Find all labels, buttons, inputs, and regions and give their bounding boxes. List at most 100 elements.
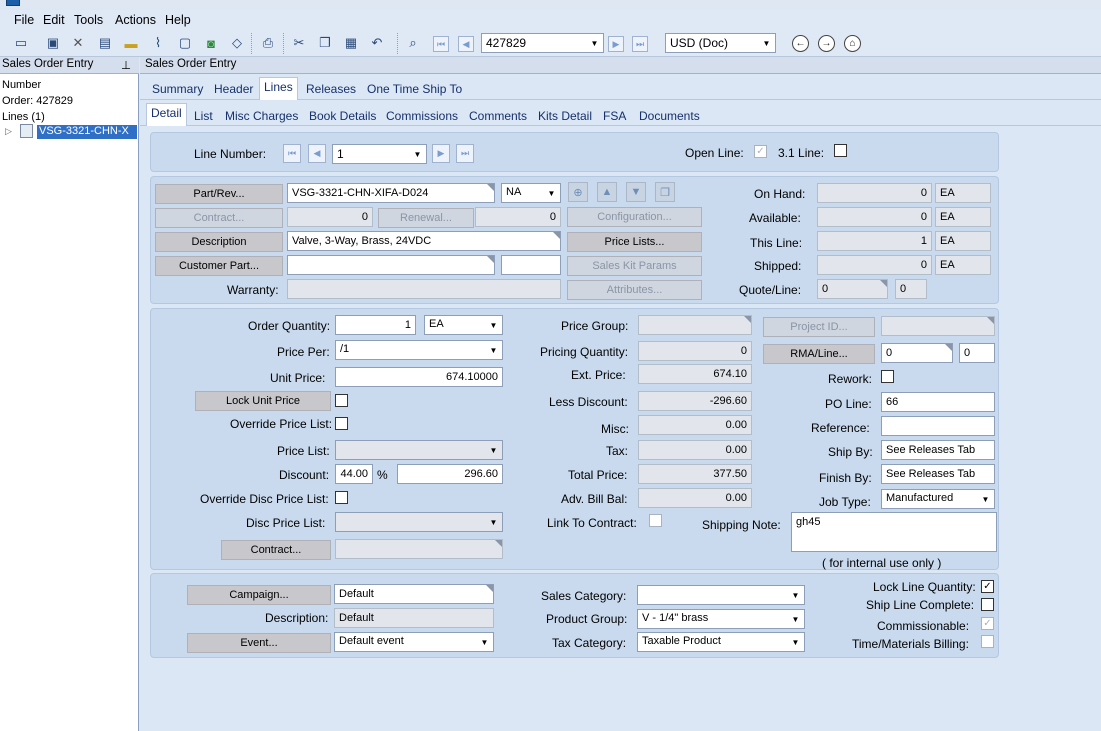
price-per-select[interactable]: /1 ▼ bbox=[335, 340, 503, 360]
image-down-icon[interactable]: ▼ bbox=[626, 182, 646, 202]
copy-clip-icon[interactable]: ❐ bbox=[316, 34, 334, 52]
forward-icon[interactable]: → bbox=[818, 35, 835, 52]
tab-list[interactable]: List bbox=[194, 109, 213, 123]
customer-part-button[interactable]: Customer Part... bbox=[155, 256, 283, 276]
customer-rev-field[interactable] bbox=[501, 255, 561, 275]
price-group-field[interactable] bbox=[638, 315, 752, 335]
tree-lines[interactable]: Lines (1) bbox=[2, 111, 45, 123]
tab-comments[interactable]: Comments bbox=[469, 109, 527, 123]
image-icon[interactable]: ▲ bbox=[597, 182, 617, 202]
contract-lookup-field[interactable] bbox=[335, 539, 503, 559]
folder-icon[interactable]: ▬ bbox=[122, 34, 140, 52]
description-field[interactable]: Valve, 3-Way, Brass, 24VDC bbox=[287, 231, 561, 251]
customer-part-field[interactable] bbox=[287, 255, 495, 275]
product-group-select[interactable]: V - 1/4" brass ▼ bbox=[637, 609, 805, 629]
renewal-button[interactable]: Renewal... bbox=[378, 208, 474, 228]
override-disc-checkbox[interactable] bbox=[335, 491, 348, 504]
find-icon[interactable]: ⌕ bbox=[404, 34, 422, 52]
last-record-icon[interactable]: ⏭ bbox=[632, 36, 648, 52]
part-number-field[interactable]: VSG-3321-CHN-XIFA-D024 bbox=[287, 183, 495, 203]
unit-price-field[interactable]: 674.10000 bbox=[335, 367, 503, 387]
new-icon[interactable]: ▭ bbox=[12, 34, 30, 52]
line-number-select[interactable]: 1 ▼ bbox=[332, 144, 427, 164]
menu-edit[interactable]: Edit bbox=[43, 13, 65, 27]
next-record-icon[interactable]: ▶ bbox=[608, 36, 624, 52]
contract-field[interactable]: 0 bbox=[287, 207, 373, 227]
next-line-icon[interactable]: ▶ bbox=[432, 144, 450, 163]
price-list-select[interactable]: ▼ bbox=[335, 440, 503, 460]
lock-unit-price-button[interactable]: Lock Unit Price bbox=[195, 391, 331, 411]
override-price-list-checkbox[interactable] bbox=[335, 417, 348, 430]
lock-unit-price-checkbox[interactable] bbox=[335, 394, 348, 407]
home-icon[interactable]: ⌂ bbox=[844, 35, 861, 52]
disc-price-list-select[interactable]: ▼ bbox=[335, 512, 503, 532]
attributes-button[interactable]: Attributes... bbox=[567, 280, 702, 300]
renewal-field[interactable]: 0 bbox=[475, 207, 561, 227]
first-line-icon[interactable]: ⏮ bbox=[283, 144, 301, 163]
project-id-button[interactable]: Project ID... bbox=[763, 317, 875, 337]
delete-icon[interactable]: ✕ bbox=[69, 34, 87, 52]
sales-category-select[interactable]: ▼ bbox=[637, 585, 805, 605]
reference-field[interactable] bbox=[881, 416, 995, 436]
campaign-button[interactable]: Campaign... bbox=[187, 585, 331, 605]
tree-order[interactable]: Order: 427829 bbox=[2, 95, 73, 107]
warranty-field[interactable] bbox=[287, 279, 561, 299]
tab-header[interactable]: Header bbox=[214, 82, 253, 96]
time-materials-billing-checkbox[interactable] bbox=[981, 635, 994, 648]
commissionable-checkbox[interactable]: ✓ bbox=[981, 617, 994, 630]
tree-line-item[interactable]: VSG-3321-CHN-X bbox=[37, 125, 137, 139]
discount-amount-field[interactable]: 296.60 bbox=[397, 464, 503, 484]
lock-line-quantity-checkbox[interactable]: ✓ bbox=[981, 580, 994, 593]
ship-line-complete-checkbox[interactable] bbox=[981, 598, 994, 611]
tab-kits-detail[interactable]: Kits Detail bbox=[538, 109, 592, 123]
menu-actions[interactable]: Actions bbox=[115, 13, 156, 27]
prev-line-icon[interactable]: ◀ bbox=[308, 144, 326, 163]
order-quantity-field[interactable]: 1 bbox=[335, 315, 416, 335]
order-number-select[interactable]: 427829 ▼ bbox=[481, 33, 604, 53]
back-icon[interactable]: ← bbox=[792, 35, 809, 52]
tab-summary[interactable]: Summary bbox=[152, 82, 203, 96]
tab-one-time-ship-to[interactable]: One Time Ship To bbox=[367, 82, 462, 96]
tax-category-select[interactable]: Taxable Product ▼ bbox=[637, 632, 805, 652]
paste-icon[interactable]: ▦ bbox=[342, 34, 360, 52]
link-to-contract-checkbox[interactable] bbox=[649, 514, 662, 527]
first-record-icon[interactable]: ⏮ bbox=[433, 36, 449, 52]
part-search-icon[interactable]: ⊕ bbox=[568, 182, 588, 202]
v31-line-checkbox[interactable] bbox=[834, 144, 847, 157]
tab-book-details[interactable]: Book Details bbox=[309, 109, 376, 123]
event-select[interactable]: Default event ▼ bbox=[334, 632, 494, 652]
prev-record-icon[interactable]: ◀ bbox=[458, 36, 474, 52]
campaign-field[interactable]: Default bbox=[334, 584, 494, 604]
currency-select[interactable]: USD (Doc) ▼ bbox=[665, 33, 776, 53]
tab-misc-charges[interactable]: Misc Charges bbox=[225, 109, 298, 123]
refresh-icon[interactable]: ◙ bbox=[202, 34, 220, 52]
pin-icon[interactable]: ⊥ bbox=[121, 58, 131, 72]
last-line-icon[interactable]: ⏭ bbox=[456, 144, 474, 163]
tab-releases[interactable]: Releases bbox=[306, 82, 356, 96]
contract-lookup-button[interactable]: Contract... bbox=[221, 540, 331, 560]
tab-lines[interactable]: Lines bbox=[259, 77, 298, 101]
configuration-button[interactable]: Configuration... bbox=[567, 207, 702, 227]
po-line-field[interactable]: 66 bbox=[881, 392, 995, 412]
job-type-select[interactable]: Manufactured ▼ bbox=[881, 489, 995, 509]
contract-button[interactable]: Contract... bbox=[155, 208, 283, 228]
shipping-note-field[interactable]: gh45 bbox=[791, 512, 997, 552]
revision-select[interactable]: NA ▼ bbox=[501, 183, 561, 203]
print-icon[interactable]: ⎙ bbox=[259, 34, 277, 52]
attach-icon[interactable]: ⌇ bbox=[149, 34, 167, 52]
open-icon[interactable]: ▤ bbox=[96, 34, 114, 52]
menu-file[interactable]: File bbox=[14, 13, 34, 27]
rma-line-field[interactable]: 0 bbox=[959, 343, 995, 363]
rma-field[interactable]: 0 bbox=[881, 343, 953, 363]
menu-tools[interactable]: Tools bbox=[74, 13, 103, 27]
expand-icon[interactable]: ▷ bbox=[5, 126, 12, 137]
menu-help[interactable]: Help bbox=[165, 13, 191, 27]
tab-detail[interactable]: Detail bbox=[146, 103, 187, 127]
undo-icon[interactable]: ↶ bbox=[368, 34, 386, 52]
rework-checkbox[interactable] bbox=[881, 370, 894, 383]
ship-by-field[interactable]: See Releases Tab bbox=[881, 440, 995, 460]
rma-line-button[interactable]: RMA/Line... bbox=[763, 344, 875, 364]
sales-kit-params-button[interactable]: Sales Kit Params bbox=[567, 256, 702, 276]
cut-icon[interactable]: ✂ bbox=[290, 34, 308, 52]
tab-documents[interactable]: Documents bbox=[639, 109, 700, 123]
